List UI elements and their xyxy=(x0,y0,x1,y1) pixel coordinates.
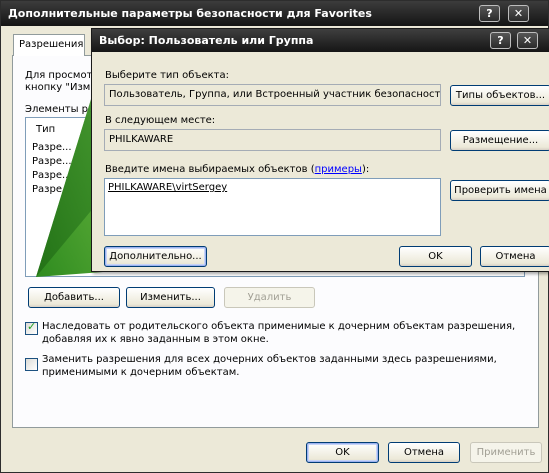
list-item[interactable]: Разре... xyxy=(32,142,72,153)
dialog-close-button[interactable]: ✕ xyxy=(517,32,538,49)
help-icon: ? xyxy=(497,34,504,47)
object-types-button[interactable]: Типы объектов... xyxy=(450,85,549,106)
cancel-button[interactable]: Отмена xyxy=(388,442,460,463)
list-header-type[interactable]: Тип xyxy=(36,124,55,135)
help-icon: ? xyxy=(486,7,493,20)
check-names-button[interactable]: Проверить имена xyxy=(450,180,549,201)
object-type-field: Пользователь, Группа, или Встроенный уча… xyxy=(104,84,441,106)
list-item-extra: С xyxy=(81,156,88,167)
dialog-cancel-button[interactable]: Отмена xyxy=(480,246,549,267)
list-item[interactable]: Разре... xyxy=(32,170,72,181)
tab-permissions[interactable]: Разрешения xyxy=(13,34,85,56)
object-names-value: PHILKAWARE\virtSergey xyxy=(108,182,228,193)
list-item[interactable]: Разре... xyxy=(32,184,72,195)
ok-button[interactable]: OK xyxy=(306,442,379,463)
inherit-permissions-label-line2: добавляя их к явно заданным в этом окне. xyxy=(42,334,269,345)
enter-names-label: Введите имена выбираемых объектов (приме… xyxy=(105,164,370,175)
location-field: PHILKAWARE xyxy=(104,129,441,151)
list-item[interactable]: Разре... xyxy=(32,156,72,167)
advanced-button[interactable]: Дополнительно... xyxy=(104,246,207,267)
permission-entries-label: Элементы ра xyxy=(25,104,95,115)
apply-button[interactable]: Применить xyxy=(470,442,542,463)
dialog-ok-button[interactable]: OK xyxy=(399,246,472,267)
close-icon: ✕ xyxy=(522,34,533,47)
window-titlebar: Дополнительные параметры безопасности дл… xyxy=(1,1,548,26)
location-label: В следующем месте: xyxy=(105,115,216,126)
edit-button[interactable]: Изменить... xyxy=(126,287,215,308)
replace-permissions-label-line1: Заменить разрешения для всех дочерних об… xyxy=(42,354,497,365)
list-item-extra: У xyxy=(81,142,88,153)
close-icon: ✕ xyxy=(513,7,524,20)
object-names-input[interactable]: PHILKAWARE\virtSergey xyxy=(104,178,441,236)
add-button[interactable]: Добавить... xyxy=(28,287,120,308)
help-button[interactable]: ? xyxy=(479,5,500,22)
intro-text-line2: кнопку "Изм xyxy=(25,82,91,93)
list-item-extra: А xyxy=(81,170,88,181)
checkmark-icon: ✓ xyxy=(27,320,37,333)
window-title: Дополнительные параметры безопасности дл… xyxy=(8,7,372,20)
select-user-group-dialog: Выбор: Пользователь или Группа ? ✕ Выбер… xyxy=(91,28,549,272)
replace-permissions-label-line2: применимыми к дочерним объектам. xyxy=(42,367,240,378)
replace-permissions-checkbox[interactable] xyxy=(25,358,38,371)
inherit-permissions-label-line1: Наследовать от родительского объекта при… xyxy=(42,321,516,332)
dialog-title: Выбор: Пользователь или Группа xyxy=(99,34,314,47)
intro-text-line1: Для просмот xyxy=(25,70,93,81)
locations-button[interactable]: Размещение... xyxy=(450,130,549,151)
remove-button[interactable]: Удалить xyxy=(224,287,315,308)
object-type-label: Выберите тип объекта: xyxy=(105,70,229,81)
close-button[interactable]: ✕ xyxy=(508,5,529,22)
dialog-titlebar: Выбор: Пользователь или Группа xyxy=(92,29,549,52)
list-item-extra: О xyxy=(81,184,89,195)
examples-link[interactable]: примеры xyxy=(315,164,362,175)
dialog-help-button[interactable]: ? xyxy=(490,32,511,49)
inherit-permissions-checkbox[interactable]: ✓ xyxy=(25,320,38,335)
